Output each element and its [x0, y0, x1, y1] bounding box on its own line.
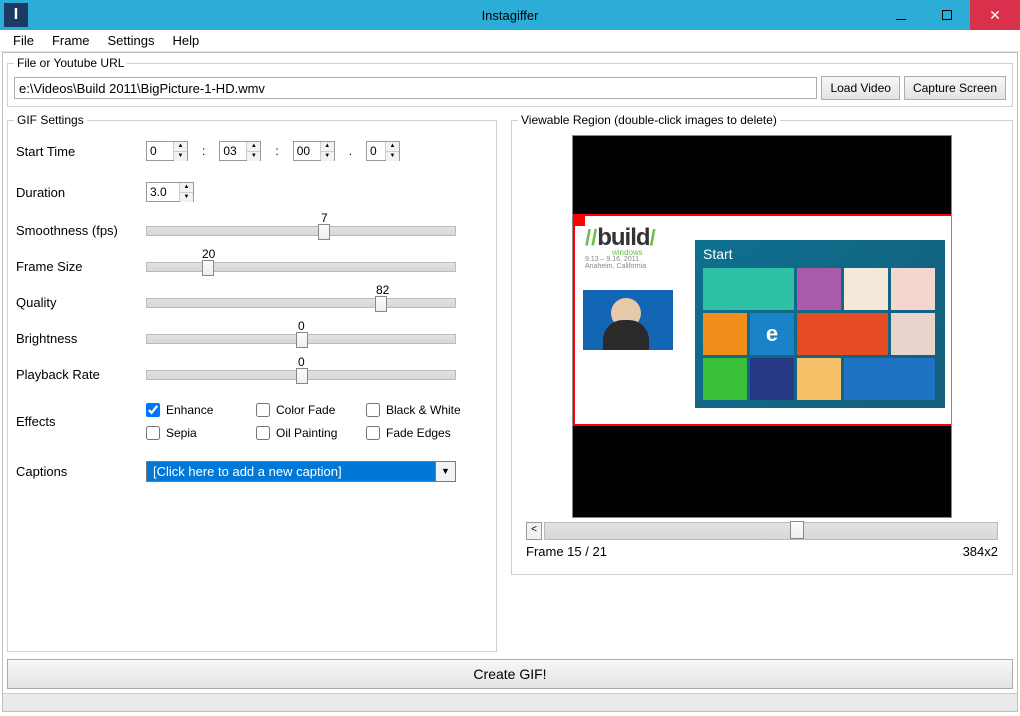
captions-combo[interactable]: [Click here to add a new caption] ▼ [146, 461, 456, 482]
menubar: File Frame Settings Help [0, 30, 1020, 52]
quality-label: Quality [16, 295, 146, 310]
start-time-label: Start Time [16, 144, 146, 159]
duration-label: Duration [16, 185, 146, 200]
close-button[interactable]: ✕ [970, 0, 1020, 30]
brightness-slider[interactable]: 0 [146, 334, 456, 344]
build-logo: //build/ windows [585, 224, 656, 257]
start-minutes-spinner[interactable]: ▲▼ [219, 141, 261, 161]
url-legend: File or Youtube URL [14, 56, 127, 70]
effect-bw[interactable]: Black & White [366, 403, 486, 417]
url-section: File or Youtube URL Load Video Capture S… [7, 56, 1013, 107]
frame-counter: Frame 15 / 21 [526, 544, 607, 559]
smoothness-label: Smoothness (fps) [16, 223, 146, 238]
effects-label: Effects [16, 414, 146, 429]
maximize-button[interactable] [924, 0, 970, 30]
app-icon: I [4, 3, 28, 27]
duration-spinner[interactable]: ▲▼ [146, 182, 194, 202]
create-gif-button[interactable]: Create GIF! [7, 659, 1013, 689]
gif-settings-legend: GIF Settings [14, 113, 87, 127]
presenter-thumb [583, 290, 673, 350]
minimize-button[interactable] [878, 0, 924, 30]
menu-frame[interactable]: Frame [43, 31, 99, 50]
framesize-label: Frame Size [16, 259, 146, 274]
captions-label: Captions [16, 464, 146, 479]
effect-colorfade[interactable]: Color Fade [256, 403, 366, 417]
gif-settings: GIF Settings Start Time ▲▼ : ▲▼ : ▲▼ . ▲… [7, 113, 497, 652]
preview-canvas[interactable]: //build/ windows 9.13 – 9.16, 2011 Anahe… [572, 135, 952, 518]
menu-file[interactable]: File [4, 31, 43, 50]
brightness-label: Brightness [16, 331, 146, 346]
chevron-down-icon[interactable]: ▼ [436, 461, 456, 482]
preview-legend: Viewable Region (double-click images to … [518, 113, 780, 127]
start-seconds-spinner[interactable]: ▲▼ [293, 141, 335, 161]
effect-fade-edges[interactable]: Fade Edges [366, 426, 486, 440]
framesize-slider[interactable]: 20 [146, 262, 456, 272]
load-video-button[interactable]: Load Video [821, 76, 900, 100]
effect-oil[interactable]: Oil Painting [256, 426, 366, 440]
start-tiles: Start e [695, 240, 945, 408]
capture-screen-button[interactable]: Capture Screen [904, 76, 1006, 100]
smoothness-slider[interactable]: 7 [146, 226, 456, 236]
url-input[interactable] [14, 77, 817, 99]
start-ms-spinner[interactable]: ▲▼ [366, 141, 400, 161]
scroll-left-button[interactable]: < [526, 522, 542, 540]
playback-slider[interactable]: 0 [146, 370, 456, 380]
statusbar [3, 693, 1017, 711]
crop-handle[interactable] [575, 216, 585, 226]
effect-sepia[interactable]: Sepia [146, 426, 256, 440]
effect-enhance[interactable]: Enhance [146, 403, 256, 417]
start-hours-spinner[interactable]: ▲▼ [146, 141, 188, 161]
menu-settings[interactable]: Settings [99, 31, 164, 50]
window-title: Instagiffer [482, 8, 539, 23]
frame-dimensions: 384x2 [963, 544, 998, 559]
playback-label: Playback Rate [16, 367, 146, 382]
preview-pane: Viewable Region (double-click images to … [507, 110, 1017, 655]
titlebar: I Instagiffer ✕ [0, 0, 1020, 30]
preview-scrollbar[interactable]: < [526, 522, 998, 540]
menu-help[interactable]: Help [164, 31, 209, 50]
app-body: File or Youtube URL Load Video Capture S… [2, 52, 1018, 712]
preview-frame[interactable]: //build/ windows 9.13 – 9.16, 2011 Anahe… [573, 214, 951, 426]
build-dates: 9.13 – 9.16, 2011 Anaheim, California [585, 256, 646, 270]
quality-slider[interactable]: 82 [146, 298, 456, 308]
